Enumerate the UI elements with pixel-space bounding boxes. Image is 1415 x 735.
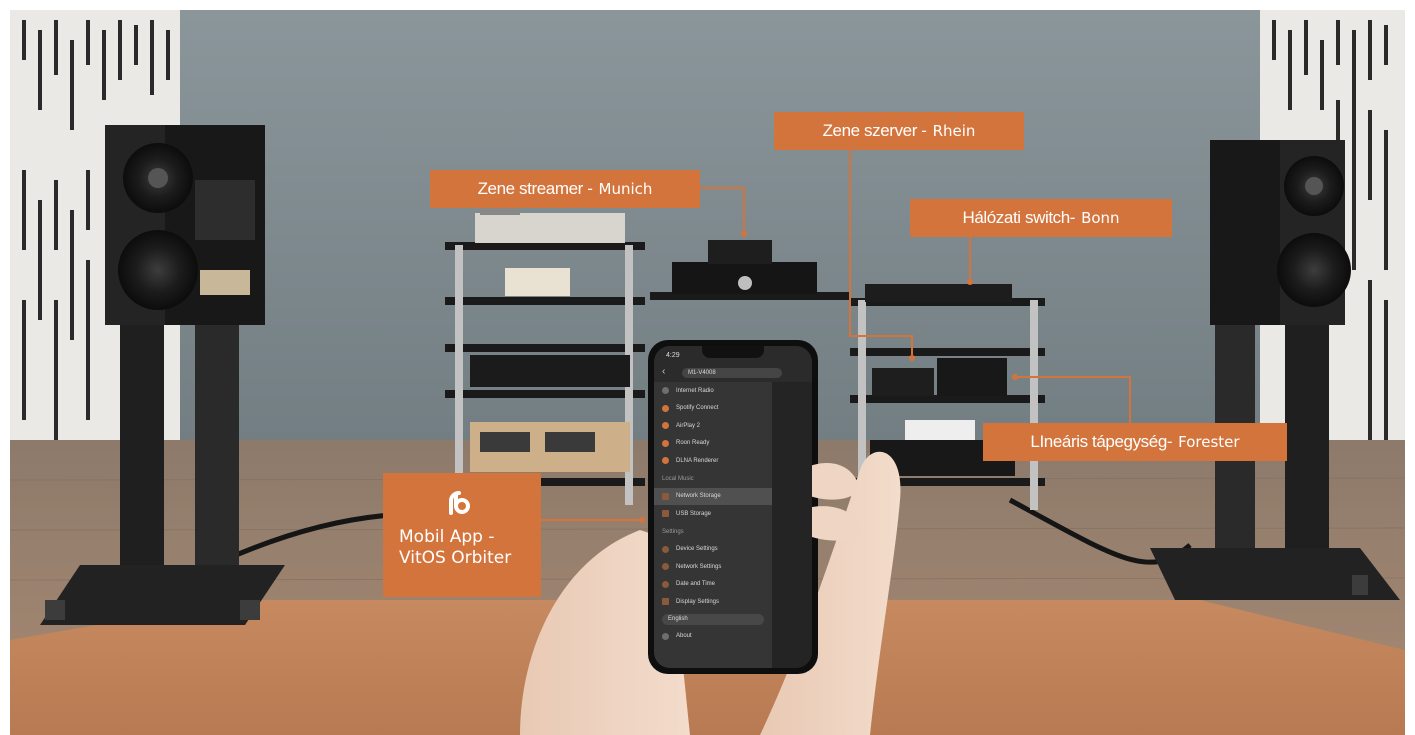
device-selector[interactable]: M1-V4008: [682, 368, 782, 378]
phone-notch: [702, 346, 764, 358]
clock-icon: [662, 580, 669, 588]
menu-item-label: Roon Ready: [676, 440, 710, 447]
right-speaker: [1210, 140, 1351, 325]
display-icon: [662, 598, 669, 606]
callout-lead: LIneáris tápegység-: [1030, 432, 1173, 451]
app-top-bar: ‹ M1-V4008: [662, 366, 804, 380]
dlna-icon: [662, 457, 669, 465]
menu-item-about[interactable]: About: [654, 628, 772, 646]
menu-item-label: Spotify Connect: [676, 405, 719, 412]
info-icon: [662, 632, 669, 640]
callout-music-streamer: Zene streamer - Munich: [430, 170, 700, 208]
phone-screen: 4:29 ‹ M1-V4008 Internet Radio Spotify C…: [654, 346, 812, 668]
menu-item-label: Device Settings: [676, 546, 718, 553]
hifi-rack-left: [445, 195, 645, 505]
menu-item-label: Internet Radio: [676, 387, 714, 394]
menu-item-label: Network Settings: [676, 563, 722, 570]
status-time: 4:29: [666, 352, 680, 359]
language-select[interactable]: English: [662, 613, 764, 625]
callout-network-switch: Hálózati switch- Bonn: [910, 199, 1172, 237]
callout-lead: Zene szerver -: [822, 121, 927, 140]
network-settings-icon: [662, 563, 669, 571]
usb-icon: [662, 510, 669, 518]
callout-linear-power-supply: LIneáris tápegység- Forester: [983, 423, 1287, 461]
callout-music-server: Zene szerver - Rhein: [774, 112, 1024, 150]
menu-item-label: Display Settings: [676, 598, 720, 605]
menu-item-roon-ready[interactable]: Roon Ready: [654, 435, 772, 453]
menu-item-airplay[interactable]: AirPlay 2: [654, 417, 772, 435]
airplay-icon: [662, 422, 669, 430]
menu-item-network-storage[interactable]: Network Storage: [654, 487, 772, 505]
callout-product-name: Munich: [598, 180, 653, 198]
menu-item-display-settings[interactable]: Display Settings: [654, 593, 772, 611]
menu-item-network-settings[interactable]: Network Settings: [654, 558, 772, 576]
radio-icon: [662, 387, 669, 395]
callout-product-name: Rhein: [932, 122, 976, 140]
menu-item-internet-radio[interactable]: Internet Radio: [654, 382, 772, 400]
menu-item-label: USB Storage: [676, 510, 712, 517]
now-playing-sidebar: [772, 382, 812, 668]
menu-item-label: Date and Time: [676, 581, 716, 588]
menu-item-label: Network Storage: [676, 493, 721, 500]
callout-product-name: Forester: [1178, 433, 1240, 451]
callout-lead: Zene streamer -: [477, 179, 593, 198]
network-storage-icon: [662, 492, 669, 500]
device-settings-icon: [662, 545, 669, 553]
menu-item-label: AirPlay 2: [676, 422, 701, 429]
menu-item-dlna[interactable]: DLNA Renderer: [654, 452, 772, 470]
menu-item-device-settings[interactable]: Device Settings: [654, 541, 772, 559]
back-icon[interactable]: ‹: [662, 366, 665, 377]
settings-header: Settings: [662, 528, 684, 535]
callout-app-line2: VitOS Orbiter: [399, 548, 512, 568]
callout-mobile-app: Mobil App - VitOS Orbiter: [383, 473, 541, 597]
callout-product-name: Bonn: [1081, 209, 1120, 227]
menu-item-date-time[interactable]: Date and Time: [654, 576, 772, 594]
menu-item-label: About: [676, 633, 692, 640]
photo-stage: 4:29 ‹ M1-V4008 Internet Radio Spotify C…: [0, 0, 1415, 735]
spotify-icon: [662, 404, 669, 412]
callout-lead: Hálózati switch-: [962, 208, 1076, 227]
roon-icon: [662, 439, 669, 447]
local-music-header: Local Music: [662, 475, 694, 482]
app-logo-icon: [449, 491, 470, 515]
menu-item-spotify-connect[interactable]: Spotify Connect: [654, 400, 772, 418]
app-menu: Internet Radio Spotify Connect AirPlay 2…: [654, 382, 772, 668]
callout-app-line1: Mobil App -: [399, 527, 495, 547]
menu-item-label: DLNA Renderer: [676, 457, 719, 464]
menu-item-usb-storage[interactable]: USB Storage: [654, 505, 772, 523]
